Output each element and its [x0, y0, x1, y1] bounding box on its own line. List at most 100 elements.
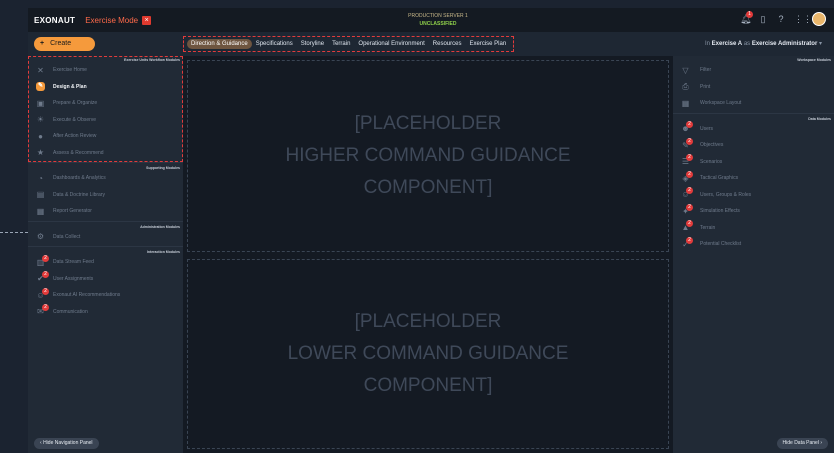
- apps-grid-icon[interactable]: ⋮⋮: [794, 14, 812, 24]
- chevron-down-icon[interactable]: ▾: [819, 41, 822, 47]
- divider: [28, 246, 183, 247]
- tab-exercise-plan[interactable]: Exercise Plan: [465, 39, 510, 49]
- print-icon: ⎙: [682, 82, 689, 92]
- count-badge: 2: [686, 154, 693, 162]
- nav-label: Communication: [53, 308, 88, 315]
- exercise-name[interactable]: Exercise A: [712, 41, 742, 47]
- as-label: as: [743, 41, 751, 47]
- sub-bar: + Create Direction & Guidance Specificati…: [28, 32, 834, 56]
- pie-chart-icon: ◔: [38, 173, 43, 183]
- placeholder-line: HIGHER COMMAND GUIDANCE: [285, 145, 571, 166]
- nav-label: Data Stream Feed: [53, 259, 94, 266]
- item-tactical-graphics[interactable]: ◈ 2 Tactical Graphics: [673, 170, 834, 187]
- tab-resources[interactable]: Resources: [429, 39, 466, 49]
- graphics-icon: ◈ 2: [681, 170, 693, 183]
- item-terrain[interactable]: ▲ 2 Terrain: [673, 220, 834, 237]
- nav-communication[interactable]: ✉ 2 Communication: [28, 304, 183, 321]
- nav-data-stream[interactable]: ▥ 2 Data Stream Feed: [28, 254, 183, 271]
- placeholder-line: COMPONENT]: [363, 177, 493, 198]
- hide-navigation-button[interactable]: ‹ Hide Navigation Panel: [34, 438, 99, 449]
- count-badge: 2: [42, 287, 49, 295]
- nav-label: Data Collect: [53, 233, 81, 240]
- item-print[interactable]: ⎙ Print: [673, 79, 834, 96]
- item-scenarios[interactable]: ☰ 2 Scenarios: [673, 154, 834, 171]
- navigation-panel: Exercise Units Workflow Modules ✕ Exercis…: [28, 56, 183, 453]
- bell-icon[interactable]: 🔔︎ 1: [740, 11, 753, 24]
- avatar[interactable]: [812, 12, 826, 26]
- higher-command-placeholder: [PLACEHOLDER HIGHER COMMAND GUIDANCE COM…: [187, 60, 669, 252]
- nav-report-generator[interactable]: ▦ Report Generator: [28, 203, 183, 220]
- item-filter[interactable]: ▽ Filter: [673, 62, 834, 79]
- objectives-icon: ✎ 2: [681, 137, 693, 150]
- report-icon: ▦: [36, 206, 45, 216]
- main-content: [PLACEHOLDER HIGHER COMMAND GUIDANCE COM…: [183, 56, 673, 453]
- checklist-icon: ✓ 2: [681, 236, 693, 249]
- notification-badge: 1: [746, 11, 753, 18]
- create-button[interactable]: + Create: [34, 37, 95, 51]
- mountain-icon: ▲ 2: [681, 220, 693, 232]
- book-icon: ▤: [36, 190, 45, 200]
- exercise-selector[interactable]: In Exercise A as Exercise Administrator …: [705, 40, 822, 47]
- gear-icon: ⚙: [36, 232, 45, 242]
- effects-icon: ✦ 2: [681, 203, 693, 216]
- in-label: In: [704, 41, 710, 47]
- ai-user-icon: ☺ 2: [36, 287, 49, 300]
- hide-data-label: Hide Data Panel: [782, 440, 819, 446]
- placeholder-line: COMPONENT]: [363, 375, 493, 396]
- tab-direction-guidance[interactable]: Direction & Guidance: [187, 39, 252, 49]
- nav-label: Dashboards & Analytics: [53, 175, 106, 182]
- item-label: Print: [700, 83, 711, 90]
- nav-label: Data & Doctrine Library: [53, 191, 105, 198]
- item-label: Objectives: [700, 142, 724, 149]
- item-users[interactable]: ☻ 2 Users: [673, 121, 834, 138]
- count-badge: 2: [42, 304, 49, 312]
- count-badge: 2: [686, 236, 693, 244]
- count-badge: 2: [686, 170, 693, 178]
- item-label: Filter: [700, 67, 712, 74]
- tab-operational-environment[interactable]: Operational Environment: [354, 39, 428, 49]
- item-users-groups-roles[interactable]: ☺ 2 Users, Groups & Roles: [673, 187, 834, 204]
- hide-data-panel-button[interactable]: Hide Data Panel ›: [776, 438, 828, 449]
- mode-label: Exercise Mode: [85, 15, 139, 25]
- bookmark-icon[interactable]: ▯: [758, 14, 768, 24]
- divider: [673, 112, 834, 114]
- help-icon[interactable]: ?: [776, 14, 786, 24]
- count-badge: 2: [686, 121, 693, 129]
- nav-exonaut-ai[interactable]: ☺ 2 Exonaut AI Recommendations: [28, 287, 183, 304]
- placeholder-line: [PLACEHOLDER: [354, 311, 502, 332]
- top-bar: EXONAUT Exercise Mode × PRODUCTION SERVE…: [28, 8, 834, 32]
- placeholder-line: [PLACEHOLDER: [354, 113, 502, 134]
- item-label: Tactical Graphics: [700, 175, 739, 182]
- chevron-right-icon: ›: [818, 440, 822, 446]
- tab-specifications[interactable]: Specifications: [252, 39, 297, 49]
- item-workspace-layout[interactable]: ▦ Workspace Layout: [673, 95, 834, 112]
- item-label: Potential Checklist: [700, 241, 742, 248]
- nav-data-collect[interactable]: ⚙ Data Collect: [28, 229, 183, 246]
- tab-terrain[interactable]: Terrain: [328, 39, 354, 49]
- nav-label: Report Generator: [53, 208, 92, 215]
- top-icons: 🔔︎ 1 ▯ ? ⋮⋮: [740, 11, 826, 26]
- item-potential-checklist[interactable]: ✓ 2 Potential Checklist: [673, 236, 834, 253]
- tab-storyline[interactable]: Storyline: [297, 39, 328, 49]
- item-label: Workspace Layout: [700, 100, 742, 107]
- server-name: PRODUCTION SERVER 1: [408, 13, 468, 19]
- nav-user-assignments[interactable]: ✔ 2 User Assignments: [28, 271, 183, 288]
- role-name[interactable]: Exercise Administrator: [752, 41, 817, 47]
- count-badge: 2: [686, 187, 693, 195]
- divider: [28, 220, 183, 222]
- feed-icon: ▥ 2: [36, 254, 49, 267]
- item-objectives[interactable]: ✎ 2 Objectives: [673, 137, 834, 154]
- nav-library[interactable]: ▤ Data & Doctrine Library: [28, 187, 183, 204]
- close-square-icon[interactable]: ×: [142, 15, 152, 25]
- app-window: EXONAUT Exercise Mode × PRODUCTION SERVE…: [28, 8, 834, 453]
- item-simulation-effects[interactable]: ✦ 2 Simulation Effects: [673, 203, 834, 220]
- module-tabs: Direction & Guidance Specifications Stor…: [183, 36, 515, 52]
- create-label: Create: [50, 40, 72, 47]
- brand-logo[interactable]: EXONAUT: [34, 16, 75, 25]
- layout-icon: ▦: [681, 98, 690, 108]
- nav-dashboards[interactable]: ◔ Dashboards & Analytics: [28, 170, 183, 187]
- item-label: Users: [700, 125, 714, 132]
- group-icon: ☺ 2: [681, 187, 693, 199]
- lower-command-placeholder: [PLACEHOLDER LOWER COMMAND GUIDANCE COMP…: [187, 259, 669, 449]
- plus-icon: +: [40, 40, 45, 47]
